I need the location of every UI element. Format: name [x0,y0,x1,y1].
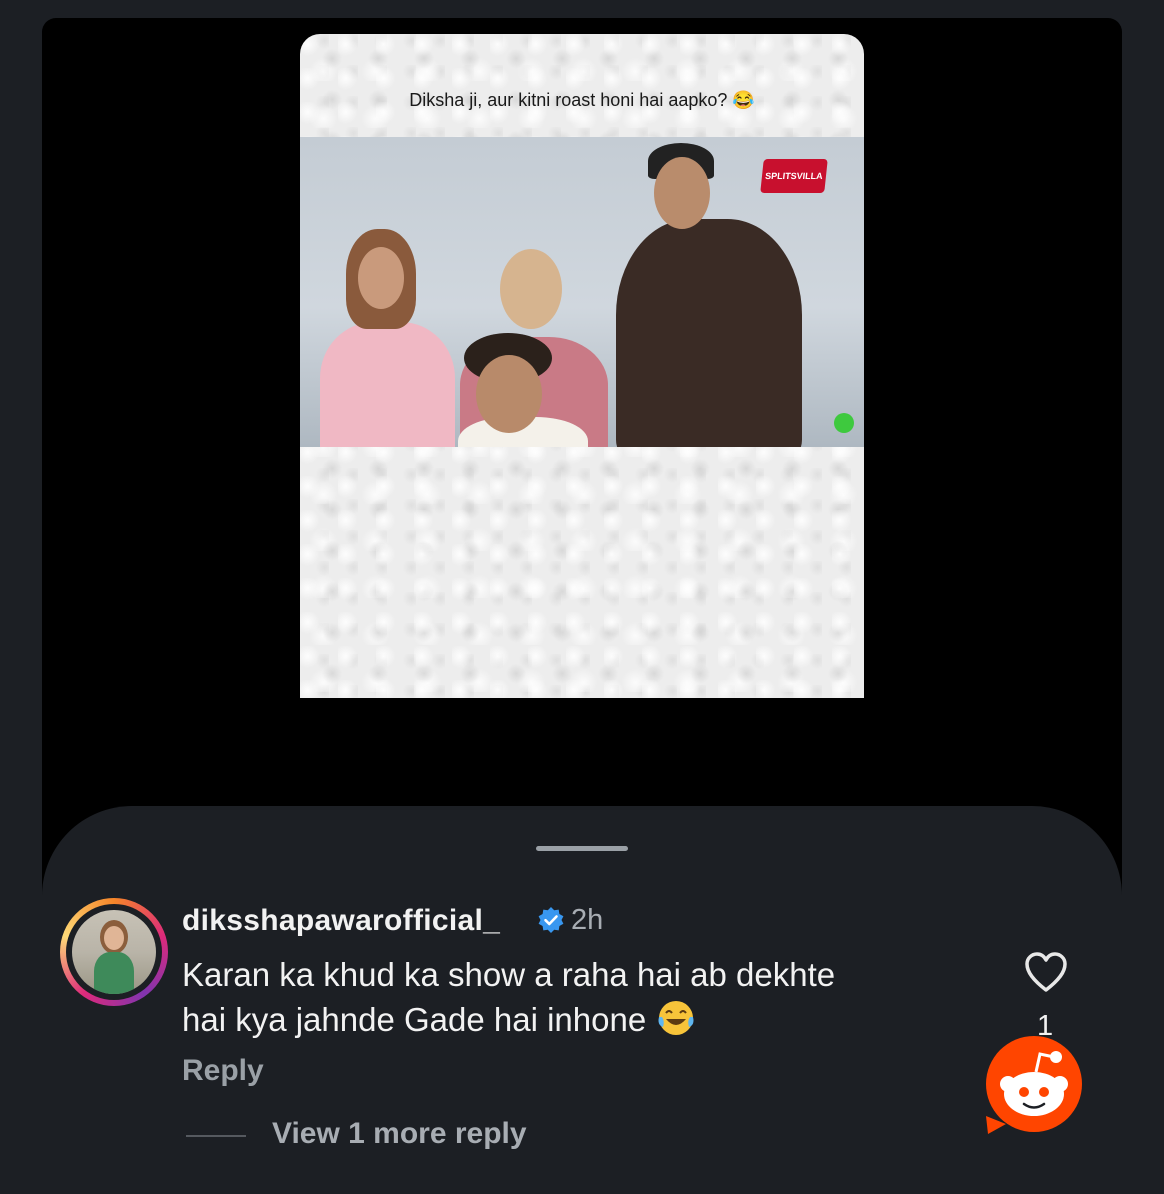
comment-line-2: hai kya jahnde Gade hai inhone [182,1001,647,1038]
comment-time: 2h [571,904,604,936]
avatar[interactable] [72,910,156,994]
reddit-logo-icon [986,1036,1082,1134]
sheet-drag-handle[interactable] [536,846,628,851]
laughing-tears-emoji-icon [658,1001,694,1035]
replies-divider [186,1135,246,1137]
channel-badge [834,413,854,433]
show-photo: SPLITSVILLA [300,137,864,447]
post-caption: Diksha ji, aur kitni roast honi hai aapk… [409,90,755,110]
comment-text: Karan ka khud ka show a raha hai ab dekh… [182,952,982,1042]
post-media[interactable]: Diksha ji, aur kitni roast honi hai aapk… [300,34,864,698]
show-logo: SPLITSVILLA [760,159,828,193]
verified-badge-icon [538,907,564,933]
reply-button[interactable]: Reply [182,1054,264,1088]
view-more-replies-button[interactable]: View 1 more reply [272,1117,527,1151]
comment-line-1: Karan ka khud ka show a raha hai ab dekh… [182,956,836,993]
comment-line-2-wrap: hai kya jahnde Gade hai inhone [182,997,982,1042]
like-heart-icon[interactable] [1023,950,1069,994]
comment-username[interactable]: diksshapawarofficial_ [182,904,500,938]
